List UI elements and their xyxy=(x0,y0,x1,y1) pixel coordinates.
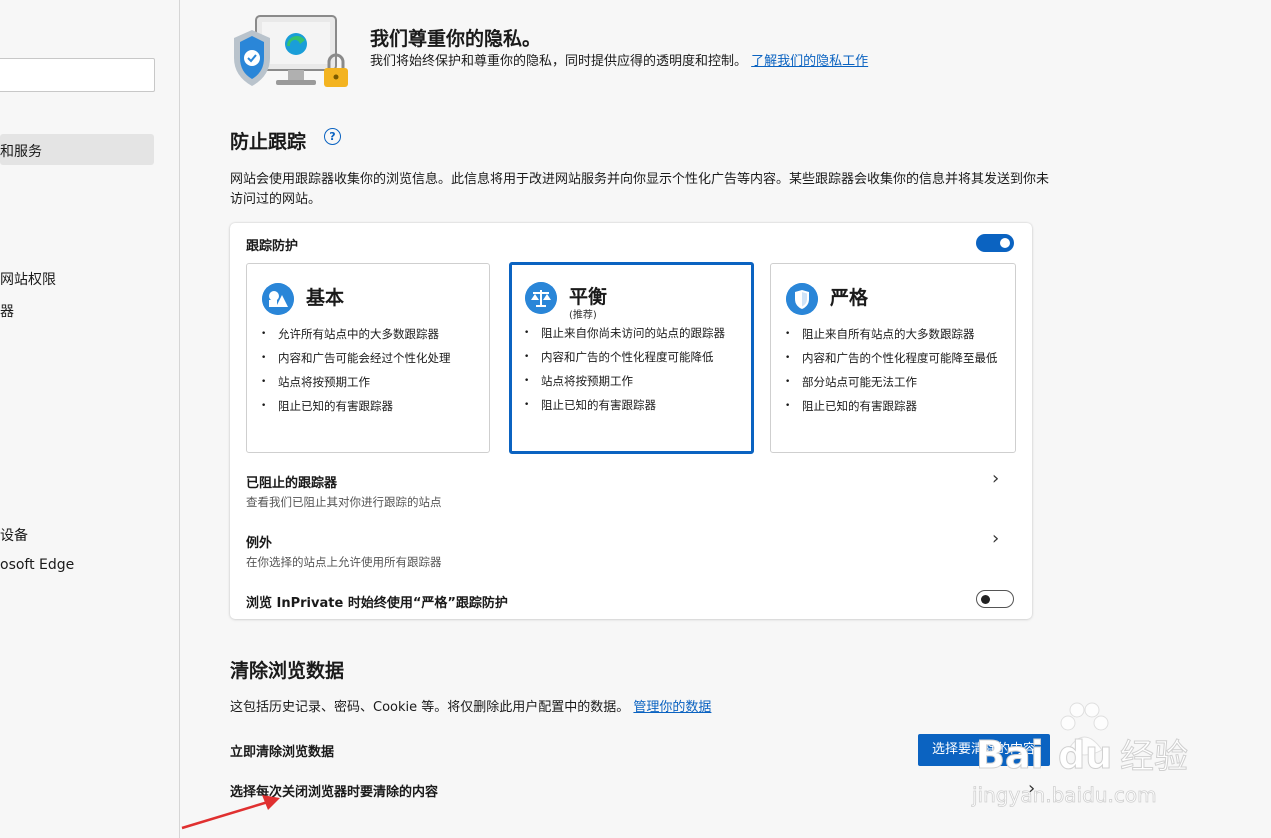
option-bullet-list: 允许所有站点中的大多数跟踪器 内容和广告可能会经过个性化处理 站点将按预期工作 … xyxy=(261,326,475,422)
sidebar-item-devices[interactable]: 设备 xyxy=(0,525,28,545)
baidu-watermark-logo: Bai du 经验 jingyan.baidu.com xyxy=(971,702,1189,807)
option-bullet: 内容和广告的个性化程度可能降至最低 xyxy=(785,350,999,366)
settings-sidebar: 和服务 网站权限 器 设备 osoft Edge xyxy=(0,0,180,838)
watermark-url: jingyan.baidu.com xyxy=(971,783,1157,807)
tracking-description: 网站会使用跟踪器收集你的浏览信息。此信息将用于改进网站服务并向你显示个性化广告等… xyxy=(230,172,1050,207)
blocked-trackers-title: 已阻止的跟踪器 xyxy=(246,476,338,491)
option-bullet: 站点将按预期工作 xyxy=(261,374,475,390)
red-arrow-annotation xyxy=(181,795,280,830)
manage-data-link[interactable]: 管理你的数据 xyxy=(633,700,711,715)
option-bullet-list: 阻止来自所有站点的大多数跟踪器 内容和广告的个性化程度可能降至最低 部分站点可能… xyxy=(785,326,999,422)
option-bullet: 允许所有站点中的大多数跟踪器 xyxy=(261,326,475,342)
clear-data-section-title: 清除浏览数据 xyxy=(230,660,345,682)
shield-icon xyxy=(786,283,818,315)
inprivate-strict-toggle[interactable] xyxy=(976,590,1014,608)
sidebar-item-about[interactable]: osoft Edge xyxy=(0,557,74,573)
privacy-desc-text: 我们将始终保护和尊重你的隐私，同时提供应得的透明度和控制。 xyxy=(370,54,748,69)
option-title: 平衡 xyxy=(569,286,608,308)
scale-icon xyxy=(525,282,557,314)
chevron-right-icon[interactable]: › xyxy=(992,528,999,549)
tracking-protection-toggle[interactable] xyxy=(976,234,1014,252)
blocked-trackers-subtitle: 查看我们已阻止其对你进行跟踪的站点 xyxy=(246,495,442,509)
privacy-title: 我们尊重你的隐私。 xyxy=(370,28,542,50)
privacy-illustration-icon xyxy=(234,15,348,87)
basic-shapes-icon xyxy=(262,283,294,315)
option-bullet: 阻止已知的有害跟踪器 xyxy=(524,397,738,413)
watermark-brand: Bai xyxy=(976,733,1044,777)
sidebar-item-site-permissions[interactable]: 网站权限 xyxy=(0,269,56,289)
watermark-brand-2: du xyxy=(1058,733,1112,777)
clear-now-label: 立即清除浏览数据 xyxy=(230,745,335,760)
option-bullet: 内容和广告的个性化程度可能降低 xyxy=(524,349,738,365)
tracking-protection-label: 跟踪防护 xyxy=(246,239,299,254)
option-bullet-list: 阻止来自你尚未访问的站点的跟踪器 内容和广告的个性化程度可能降低 站点将按预期工… xyxy=(524,325,738,421)
clear-desc-text: 这包括历史记录、密码、Cookie 等。将仅删除此用户配置中的数据。 xyxy=(230,700,630,715)
exceptions-title: 例外 xyxy=(246,536,273,551)
option-title: 基本 xyxy=(306,287,345,309)
option-bullet: 内容和广告可能会经过个性化处理 xyxy=(261,350,475,366)
tracking-option-basic[interactable]: 基本 允许所有站点中的大多数跟踪器 内容和广告可能会经过个性化处理 站点将按预期… xyxy=(246,263,490,453)
watermark-cn: 经验 xyxy=(1120,737,1188,777)
option-bullet: 站点将按预期工作 xyxy=(524,373,738,389)
sidebar-item-privacy[interactable]: 和服务 xyxy=(0,141,42,161)
tracking-card: 跟踪防护 基本 允许所有站点中的大多数跟踪器 内容和广告可能会经过个性化处理 站… xyxy=(230,223,1032,619)
sidebar-item-default-browser[interactable]: 器 xyxy=(0,301,14,321)
option-bullet: 阻止已知的有害跟踪器 xyxy=(261,398,475,414)
inprivate-strict-label: 浏览 InPrivate 时始终使用“严格”跟踪防护 xyxy=(246,596,508,611)
option-bullet: 阻止已知的有害跟踪器 xyxy=(785,398,999,414)
help-icon[interactable]: ? xyxy=(324,128,341,145)
privacy-description: 我们将始终保护和尊重你的隐私，同时提供应得的透明度和控制。 了解我们的隐私工作 xyxy=(370,51,910,72)
exceptions-subtitle: 在你选择的站点上允许使用所有跟踪器 xyxy=(246,555,442,569)
clear-data-description: 这包括历史记录、密码、Cookie 等。将仅删除此用户配置中的数据。 管理你的数… xyxy=(230,696,711,715)
option-bullet: 阻止来自所有站点的大多数跟踪器 xyxy=(785,326,999,342)
option-bullet: 部分站点可能无法工作 xyxy=(785,374,999,390)
option-title: 严格 xyxy=(830,287,869,309)
settings-search-input[interactable] xyxy=(0,58,155,92)
tracking-option-strict[interactable]: 严格 阻止来自所有站点的大多数跟踪器 内容和广告的个性化程度可能降至最低 部分站… xyxy=(770,263,1016,453)
option-subtitle: (推荐) xyxy=(569,310,597,321)
option-bullet: 阻止来自你尚未访问的站点的跟踪器 xyxy=(524,325,738,341)
chevron-right-icon[interactable]: › xyxy=(992,468,999,489)
tracking-section-title: 防止跟踪 xyxy=(230,131,307,153)
tracking-option-balanced[interactable]: 平衡 (推荐) 阻止来自你尚未访问的站点的跟踪器 内容和广告的个性化程度可能降低… xyxy=(509,262,754,454)
privacy-learn-more-link[interactable]: 了解我们的隐私工作 xyxy=(751,54,868,69)
